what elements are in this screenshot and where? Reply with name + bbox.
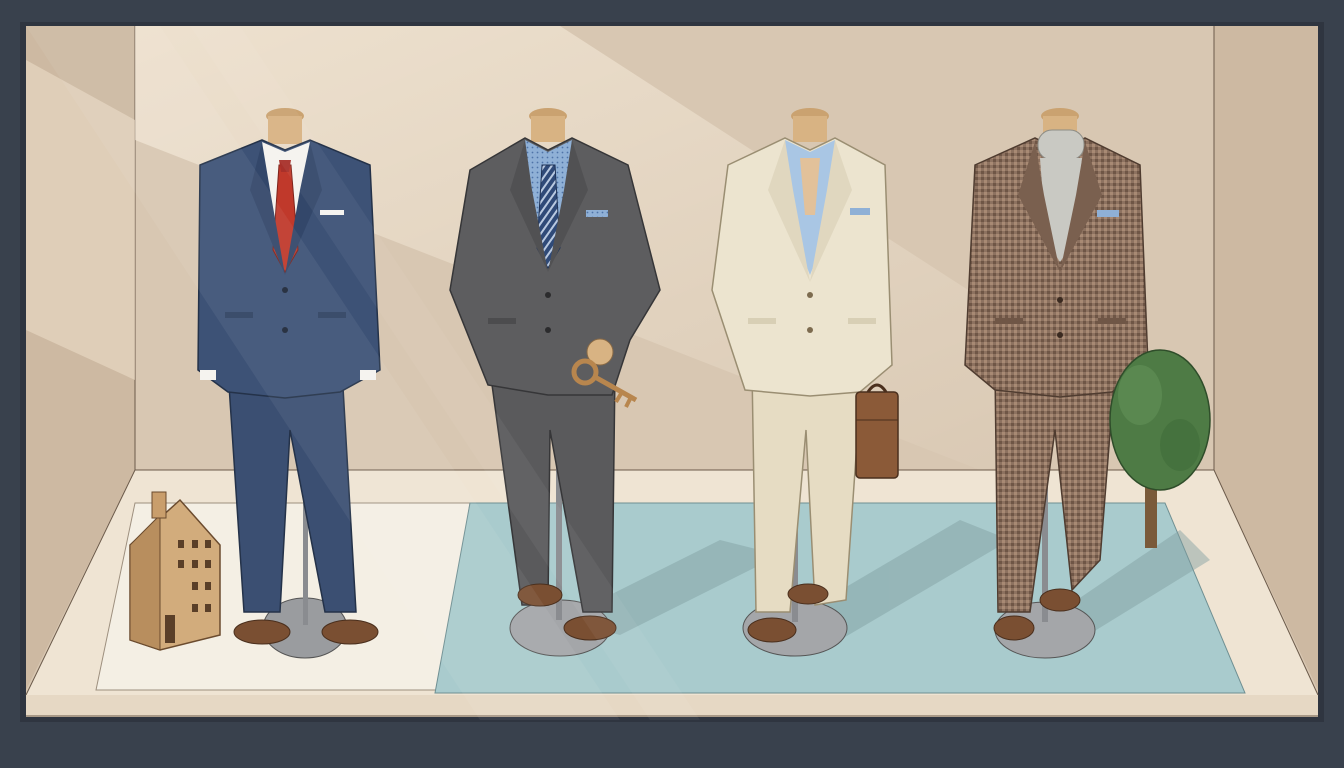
leather-briefcase-prop [855,383,899,479]
illustration [0,0,1344,768]
shop-window-scene [0,0,1344,768]
